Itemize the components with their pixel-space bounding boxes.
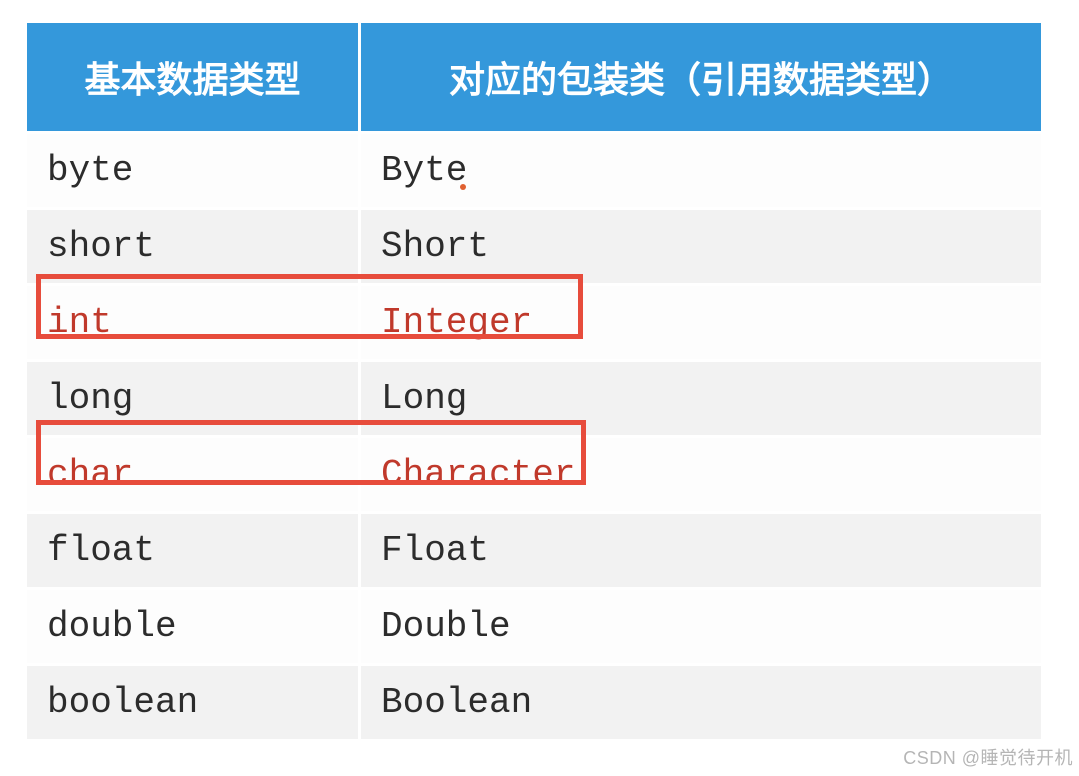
red-dot-marker xyxy=(460,184,466,190)
table-row: int Integer xyxy=(26,285,1043,361)
cell-wrapper: Short xyxy=(360,209,1043,285)
table-header-row: 基本数据类型 对应的包装类（引用数据类型） xyxy=(26,22,1043,133)
table-row: long Long xyxy=(26,361,1043,437)
table-row: byte Byte xyxy=(26,133,1043,209)
cell-wrapper: Double xyxy=(360,589,1043,665)
header-wrapper: 对应的包装类（引用数据类型） xyxy=(360,22,1043,133)
cell-wrapper: Float xyxy=(360,513,1043,589)
cell-primitive: double xyxy=(26,589,360,665)
table-row: float Float xyxy=(26,513,1043,589)
cell-primitive: byte xyxy=(26,133,360,209)
table-row: boolean Boolean xyxy=(26,665,1043,741)
cell-primitive: long xyxy=(26,361,360,437)
cell-primitive: float xyxy=(26,513,360,589)
cell-primitive: short xyxy=(26,209,360,285)
watermark-text: CSDN @睡觉待开机 xyxy=(903,744,1073,770)
table-row: short Short xyxy=(26,209,1043,285)
table-row: double Double xyxy=(26,589,1043,665)
cell-wrapper: Byte xyxy=(360,133,1043,209)
type-wrapper-table: 基本数据类型 对应的包装类（引用数据类型） byte Byte short Sh… xyxy=(24,20,1044,742)
cell-wrapper: Integer xyxy=(360,285,1043,361)
cell-primitive: int xyxy=(26,285,360,361)
cell-wrapper: Boolean xyxy=(360,665,1043,741)
cell-primitive: char xyxy=(26,437,360,513)
cell-wrapper: Long xyxy=(360,361,1043,437)
table-row: char Character xyxy=(26,437,1043,513)
cell-wrapper: Character xyxy=(360,437,1043,513)
type-wrapper-table-container: 基本数据类型 对应的包装类（引用数据类型） byte Byte short Sh… xyxy=(24,20,1044,742)
cell-primitive: boolean xyxy=(26,665,360,741)
header-primitive: 基本数据类型 xyxy=(26,22,360,133)
